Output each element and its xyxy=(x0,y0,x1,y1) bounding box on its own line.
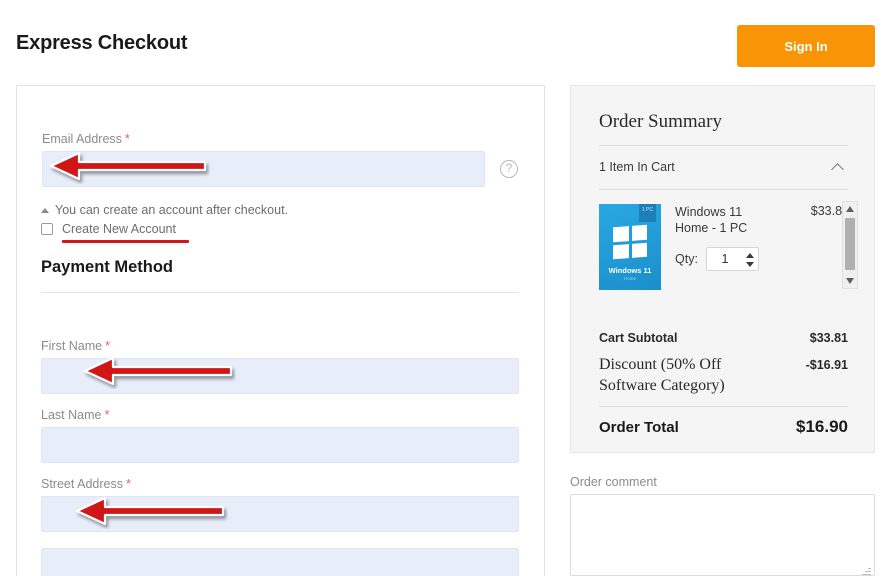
street-address-required-marker: * xyxy=(126,476,131,491)
thumb-caption: Windows 11 xyxy=(599,266,661,275)
account-hint-row: You can create an account after checkout… xyxy=(41,203,288,217)
last-name-input[interactable] xyxy=(41,427,519,463)
product-name-line2: Home - 1 PC xyxy=(675,221,747,235)
thumb-subcaption: Home xyxy=(599,276,661,281)
first-name-required-marker: * xyxy=(105,338,110,353)
product-name-line1: Windows 11 xyxy=(675,205,742,219)
email-help-icon[interactable]: ? xyxy=(500,160,518,178)
scroll-up-icon[interactable] xyxy=(846,206,854,212)
quantity-increment-icon[interactable] xyxy=(746,253,754,258)
order-comment-textarea[interactable] xyxy=(570,494,875,576)
order-total-value: $16.90 xyxy=(796,417,848,437)
create-account-checkbox[interactable] xyxy=(41,223,53,235)
chevron-up-icon[interactable] xyxy=(831,163,844,176)
street-address-label: Street Address* xyxy=(41,476,519,491)
payment-section-divider xyxy=(41,292,519,293)
street-address-label-text: Street Address xyxy=(41,477,123,491)
order-totals: Cart Subtotal $33.81 Discount (50% Off S… xyxy=(599,331,848,405)
email-field-group: Email Address* xyxy=(42,131,520,187)
discount-row: Discount (50% Off Software Category) -$1… xyxy=(599,354,848,396)
checkout-page: Express Checkout Sign In Email Address* … xyxy=(0,0,889,576)
cart-items-scrollbar[interactable] xyxy=(842,201,858,289)
scrollbar-thumb[interactable] xyxy=(845,218,855,270)
thumb-ribbon-badge: 1 PC xyxy=(639,204,656,222)
product-name: Windows 11 Home - 1 PC xyxy=(675,204,780,236)
street-address-field-group: Street Address* xyxy=(41,476,519,532)
order-total-label: Order Total xyxy=(599,419,679,436)
last-name-field-group: Last Name* xyxy=(41,407,519,463)
discount-value: -$16.91 xyxy=(806,358,848,372)
quantity-decrement-icon[interactable] xyxy=(746,262,754,267)
quantity-value[interactable]: 1 xyxy=(707,252,743,266)
quantity-stepper[interactable]: 1 xyxy=(706,247,759,271)
email-label: Email Address* xyxy=(42,131,520,146)
last-name-required-marker: * xyxy=(104,407,109,422)
order-total-row: Order Total $16.90 xyxy=(599,417,848,437)
summary-divider-mid xyxy=(599,189,848,190)
payment-method-heading: Payment Method xyxy=(41,258,173,277)
caret-up-icon xyxy=(41,208,49,213)
last-name-label-text: Last Name xyxy=(41,408,101,422)
create-account-label[interactable]: Create New Account xyxy=(62,222,176,236)
sign-in-button[interactable]: Sign In xyxy=(737,25,875,67)
order-comment-label: Order comment xyxy=(570,475,657,489)
last-name-label: Last Name* xyxy=(41,407,519,422)
discount-label: Discount (50% Off Software Category) xyxy=(599,354,777,396)
first-name-label-text: First Name xyxy=(41,339,102,353)
cart-count-label: 1 Item In Cart xyxy=(599,160,675,174)
cart-items-toggle[interactable]: 1 Item In Cart xyxy=(599,156,848,184)
subtotal-label: Cart Subtotal xyxy=(599,331,677,345)
quantity-label: Qty: xyxy=(675,252,698,266)
subtotal-row: Cart Subtotal $33.81 xyxy=(599,331,848,345)
page-header: Express Checkout Sign In xyxy=(0,0,889,80)
summary-divider-top xyxy=(599,145,848,146)
subtotal-value: $33.81 xyxy=(810,331,848,345)
street-address-input[interactable] xyxy=(41,496,519,532)
create-account-row[interactable]: Create New Account xyxy=(41,222,176,236)
first-name-input[interactable] xyxy=(41,358,519,394)
order-summary-title: Order Summary xyxy=(599,111,722,133)
totals-divider xyxy=(599,406,848,407)
email-required-marker: * xyxy=(125,131,130,146)
scroll-down-icon[interactable] xyxy=(846,278,854,284)
email-label-text: Email Address xyxy=(42,132,122,146)
order-summary-card: Order Summary 1 Item In Cart 1 PC Window… xyxy=(570,85,875,453)
account-hint-text: You can create an account after checkout… xyxy=(55,203,288,217)
product-price: $33.81 xyxy=(785,204,849,218)
first-name-label: First Name* xyxy=(41,338,519,353)
quantity-control: Qty: 1 xyxy=(675,247,759,271)
first-name-field-group: First Name* xyxy=(41,338,519,394)
windows-logo-icon xyxy=(613,225,647,259)
email-input[interactable] xyxy=(42,151,485,187)
street-address-line2-input[interactable] xyxy=(41,548,519,576)
page-title: Express Checkout xyxy=(16,32,187,55)
product-thumbnail: 1 PC Windows 11 Home xyxy=(599,204,661,290)
street-address-line2-field-group xyxy=(41,548,519,576)
